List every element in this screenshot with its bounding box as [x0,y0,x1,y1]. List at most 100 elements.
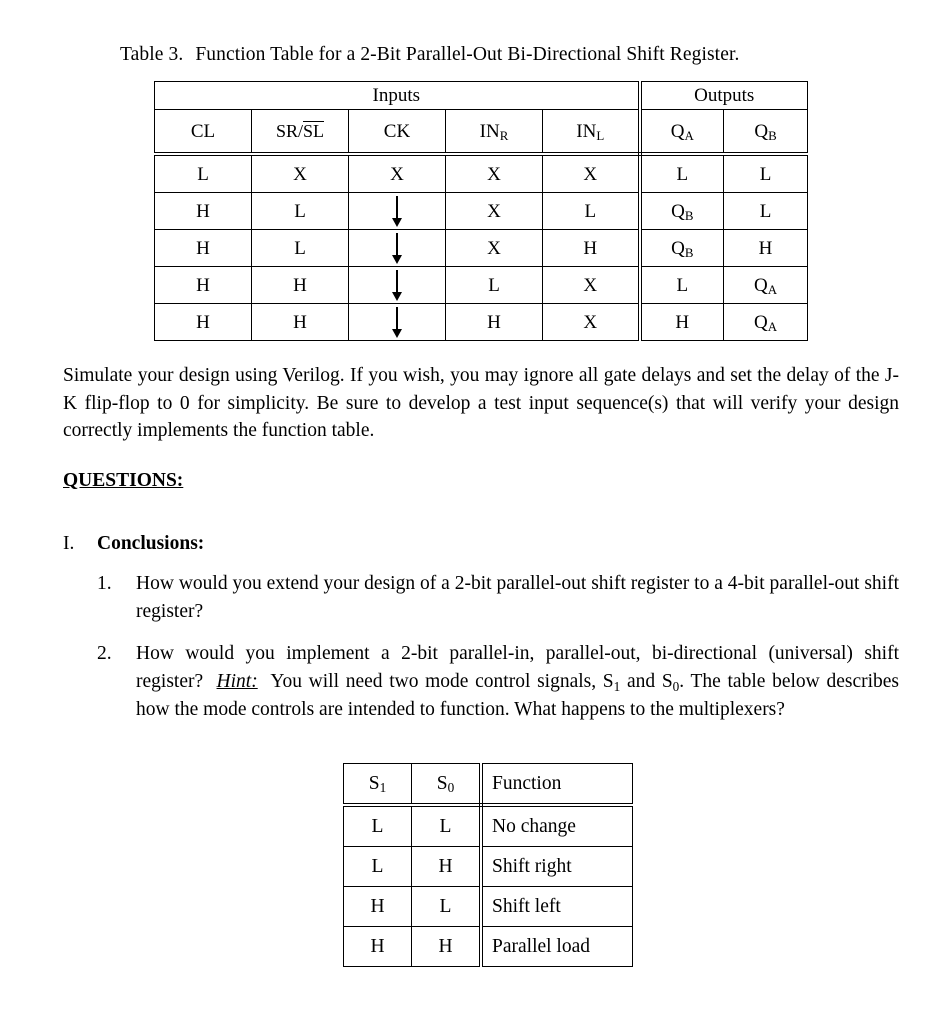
table3-container: Inputs Outputs CL SR/SL CK INR INL QA QB [154,81,808,341]
cell-qb: H [723,229,808,267]
cell-cl: H [154,303,252,341]
cell-inr: X [445,153,543,193]
s0-subscript: 0 [672,678,680,694]
cell-qa: H [637,303,724,341]
s1-subscript: 1 [613,678,621,694]
cell-srsl: H [251,266,349,304]
column-header-in-l: INL [542,109,642,156]
list-item-marker: 1. [97,573,112,594]
section-conclusions: I. Conclusions: [63,533,204,555]
table-row: H L Shift left [343,886,633,927]
cell-qa: QB [637,229,724,267]
cell-inl: X [542,303,642,341]
clock-falling-edge-icon [392,307,402,338]
mode-header-s0-base: S [436,772,448,794]
mode-control-table: S1 S0 Function L L No change L H Shift r… [343,763,633,967]
cell-qa-base: L [676,274,689,296]
cell-qa-base: Q [671,200,685,222]
table-row: L L No change [343,804,633,847]
cell-inl: L [542,192,642,230]
cell-qa: QB [637,192,724,230]
cell-qb: L [723,192,808,230]
cell-qb: L [723,153,808,193]
cell-cl: L [154,153,252,193]
cell-qa-sub: B [684,208,694,224]
q-a-sub: A [684,128,694,144]
question-list: 1. How would you extend your design of a… [97,570,899,738]
cell-ck: X [348,153,446,193]
mode-cell-s1: H [343,926,412,967]
table-row: L H Shift right [343,846,633,887]
mode-header-s1: S1 [343,763,412,807]
column-header-q-b: QB [723,109,808,156]
column-header-cl: CL [154,109,252,156]
questions-heading: QUESTIONS: [63,470,184,491]
cell-srsl: X [251,153,349,193]
mode-cell-s0: L [411,886,483,927]
mode-cell-s1: L [343,846,412,887]
body-paragraph: Simulate your design using Verilog. If y… [63,365,899,442]
mode-header-s1-sub: 1 [379,780,387,796]
in-l-base: IN [576,120,597,142]
cell-qb-sub: A [767,319,778,335]
cell-cl: H [154,229,252,267]
mode-cell-s1: L [343,804,412,847]
cell-qb-base: H [758,237,773,259]
hint-label: Hint: [216,671,258,693]
clock-falling-edge-icon [392,270,402,301]
section-label: Conclusions: [97,533,205,554]
cell-qa-base: Q [671,237,685,259]
mode-header-s0-sub: 0 [447,780,455,796]
clock-falling-edge-icon [392,196,402,227]
mode-cell-function: Shift right [479,846,633,887]
cell-qb-base: L [759,163,772,185]
document-page: Table 3. Function Table for a 2-Bit Para… [0,0,936,1024]
group-header-outputs: Outputs [637,81,808,110]
list-item: 2. How would you implement a 2-bit parall… [97,640,899,724]
column-header-in-r: INR [445,109,543,156]
column-header-q-a: QA [637,109,724,156]
mode-header-s1-base: S [368,772,380,794]
cell-ck-arrow [348,229,446,267]
cell-srsl: L [251,229,349,267]
q-b-base: Q [754,120,769,142]
cell-inr: X [445,229,543,267]
sl-label-overlined: SL [303,121,325,141]
sr-label: SR [275,121,298,141]
list-item-text-part2: You will need two mode control signals, … [270,671,614,693]
in-r-sub: R [499,128,509,144]
cell-qb-base: L [759,200,772,222]
cell-srsl: L [251,192,349,230]
cell-qa-base: L [676,163,689,185]
cell-cl: H [154,266,252,304]
table3-caption: Table 3. Function Table for a 2-Bit Para… [120,44,739,66]
cell-ck-arrow [348,266,446,304]
table-row: H H Parallel load [343,926,633,967]
cell-cl: H [154,192,252,230]
table3-caption-text: Function Table for a 2-Bit Parallel-Out … [195,44,740,65]
list-item: 1. How would you extend your design of a… [97,570,899,626]
cell-qb-sub: A [767,282,778,298]
cell-inr: H [445,303,543,341]
cell-inl: H [542,229,642,267]
cell-qb-base: Q [753,311,768,333]
cell-qa: L [637,266,724,304]
column-header-sr-sl: SR/SL [251,109,349,156]
column-header-ck: CK [348,109,446,156]
function-table: Inputs Outputs CL SR/SL CK INR INL QA QB [154,81,808,341]
cell-qa-sub: B [684,245,694,261]
in-r-base: IN [479,120,500,142]
cell-inr: X [445,192,543,230]
mode-cell-s1: H [343,886,412,927]
clock-falling-edge-icon [392,233,402,264]
mode-header-s0: S0 [411,763,483,807]
cell-ck-arrow [348,192,446,230]
mode-table-container: S1 S0 Function L L No change L H Shift r… [343,763,633,967]
cell-inr: L [445,266,543,304]
cell-inl: X [542,266,642,304]
table3-caption-prefix: Table 3. [120,44,184,65]
mode-header-function: Function [479,763,633,807]
mode-cell-function: Parallel load [479,926,633,967]
list-item-text-part3: and S [620,671,673,693]
cell-qb: QA [723,266,808,304]
